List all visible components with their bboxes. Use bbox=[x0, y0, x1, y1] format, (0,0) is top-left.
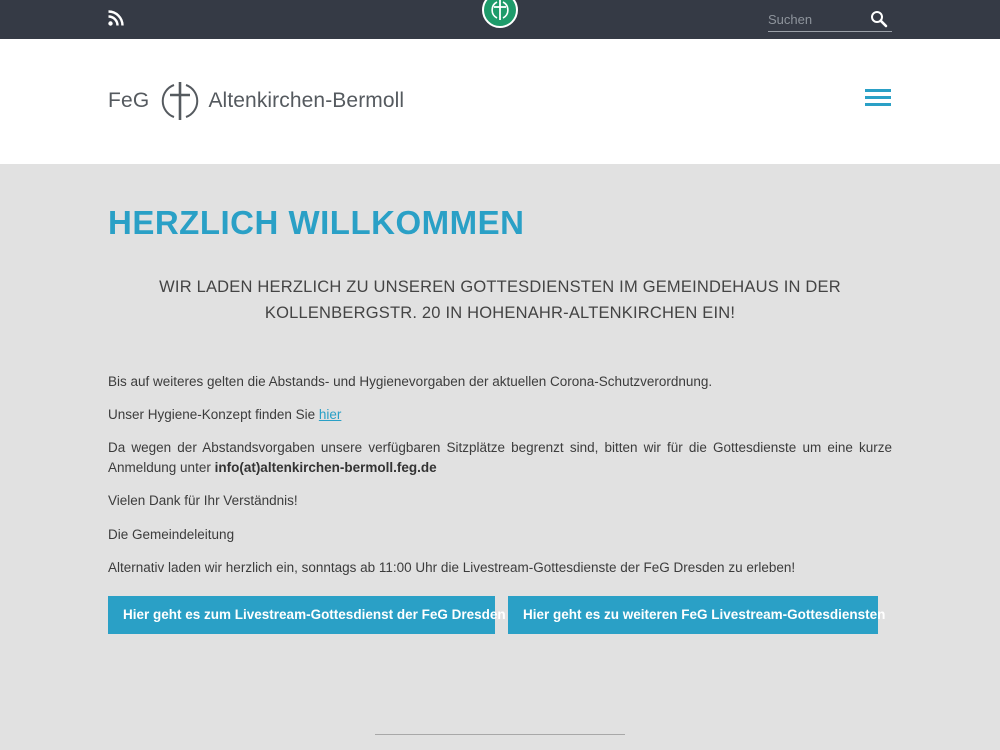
search-icon[interactable] bbox=[870, 10, 888, 28]
signature-text: Die Gemeindeleitung bbox=[108, 527, 235, 542]
lead-text: WIR LADEN HERZLICH ZU UNSEREN GOTTESDIEN… bbox=[159, 278, 841, 322]
search-input[interactable] bbox=[768, 10, 864, 28]
hamburger-menu-icon[interactable] bbox=[865, 89, 891, 107]
more-livestreams-button[interactable]: Hier geht es zu weiteren FeG Livestream-… bbox=[508, 596, 885, 634]
hygiene-concept-text: Unser Hygiene-Konzept finden Sie hier bbox=[108, 405, 892, 425]
corona-rules-text: Bis auf weiteres gelten die Abstands- un… bbox=[108, 374, 713, 389]
thanks-text: Vielen Dank für Ihr Verständnis! bbox=[108, 493, 298, 508]
livestream-text: Alternativ laden wir herzlich ein, sonnt… bbox=[108, 560, 796, 575]
cross-circle-icon bbox=[491, 0, 509, 20]
registration-text: Da wegen der Abstandsvorgaben unsere ver… bbox=[108, 438, 892, 478]
brand-prefix: FeG bbox=[108, 89, 150, 112]
registration-email: info(at)altenkirchen-bermoll.feg.de bbox=[214, 460, 437, 475]
site-logo[interactable]: FeG Altenkirchen-Bermoll bbox=[108, 81, 404, 121]
page-title: HERZLICH WILLKOMMEN bbox=[108, 204, 525, 241]
livestream-dresden-button[interactable]: Hier geht es zum Livestream-Gottesdienst… bbox=[108, 596, 506, 634]
brand-name: Altenkirchen-Bermoll bbox=[208, 89, 405, 112]
footer-divider bbox=[375, 734, 625, 735]
cross-circle-icon bbox=[162, 82, 199, 120]
hygiene-concept-link[interactable]: hier bbox=[319, 407, 342, 422]
search-box bbox=[768, 8, 892, 32]
top-bar bbox=[0, 0, 1000, 39]
top-logo[interactable] bbox=[482, 0, 518, 28]
site-header: FeG Altenkirchen-Bermoll bbox=[0, 39, 1000, 164]
rss-icon[interactable] bbox=[108, 10, 124, 26]
hygiene-concept-label: Unser Hygiene-Konzept finden Sie bbox=[108, 407, 319, 422]
